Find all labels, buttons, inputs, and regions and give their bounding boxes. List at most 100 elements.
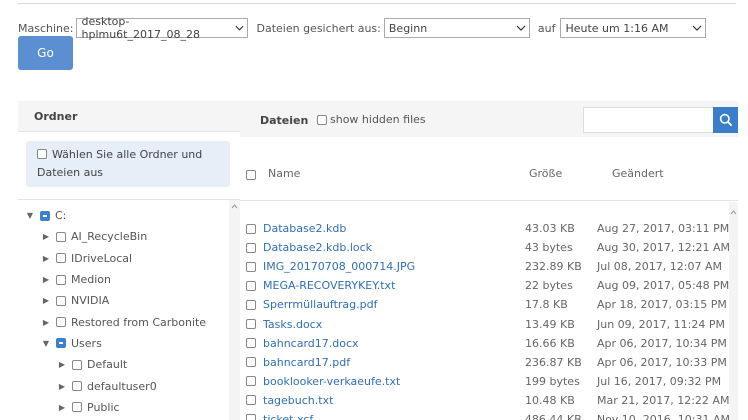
file-modified: Aug 09, 2017, 05:48 PM: [597, 279, 730, 293]
folder-tree-item[interactable]: ▶ Default: [18, 354, 231, 375]
file-name-link[interactable]: Database2.kdb: [263, 222, 525, 235]
show-hidden-files-checkbox[interactable]: [317, 114, 327, 125]
file-name-link[interactable]: IMG_20170708_000714.JPG: [263, 260, 525, 273]
folder-tree-scrollbar[interactable]: [229, 200, 240, 420]
file-row[interactable]: bahncard17.pdf 236.87 KB Apr 06, 2017, 10:…: [240, 353, 730, 372]
file-size: 236.87 KB: [525, 355, 582, 369]
file-checkbox[interactable]: [246, 299, 256, 310]
file-name-link[interactable]: MEGA-RECOVERYKEY.txt: [263, 279, 525, 292]
file-checkbox[interactable]: [246, 414, 256, 420]
file-checkbox[interactable]: [246, 376, 256, 387]
filter-row: Maschine: desktop-hplmu6t_2017_08_28 Dat…: [18, 15, 707, 41]
expanded-arrow-icon[interactable]: ▼: [40, 339, 52, 348]
file-checkbox[interactable]: [246, 223, 256, 234]
folder-tree-item[interactable]: ▶ Restored from Carbonite: [18, 311, 231, 332]
collapsed-arrow-icon[interactable]: ▶: [40, 232, 52, 241]
folder-label: Public: [87, 400, 120, 414]
folders-panel: Ordner Wählen Sie alle Ordner und Dateie…: [18, 101, 240, 420]
file-modified: Apr 06, 2017, 10:34 PM: [597, 336, 727, 350]
select-all-checkbox[interactable]: [37, 149, 47, 159]
file-checkbox[interactable]: [246, 261, 256, 272]
file-search-input[interactable]: [583, 107, 714, 133]
file-row[interactable]: ticket.xcf 486.44 KB Nov 10, 2016, 10:31 A…: [240, 410, 730, 420]
file-name-link[interactable]: bahncard17.pdf: [263, 356, 525, 369]
go-button[interactable]: Go: [18, 36, 73, 70]
file-name-link[interactable]: Database2.kdb.lock: [263, 241, 525, 254]
chevron-down-icon: [693, 25, 702, 31]
file-row[interactable]: MEGA-RECOVERYKEY.txt 22 bytes Aug 09, 2017…: [240, 276, 730, 295]
file-name-link[interactable]: tagebuch.txt: [263, 394, 525, 407]
file-row[interactable]: Tasks.docx 13.49 KB Jun 09, 2017, 11:24 PM: [240, 314, 730, 333]
file-name-link[interactable]: booklooker-verkaeufe.txt: [263, 375, 525, 388]
folder-checkbox[interactable]: [56, 231, 66, 242]
collapsed-arrow-icon[interactable]: ▶: [40, 296, 52, 305]
show-hidden-files-option[interactable]: show hidden files: [317, 113, 426, 126]
file-row[interactable]: booklooker-verkaeufe.txt 199 bytes Jul 16,…: [240, 372, 730, 391]
file-checkbox[interactable]: [246, 395, 256, 406]
column-modified[interactable]: Geändert: [612, 167, 664, 180]
file-checkbox[interactable]: [246, 357, 256, 368]
collapsed-arrow-icon[interactable]: ▶: [56, 382, 68, 391]
file-name-link[interactable]: ticket.xcf: [263, 413, 525, 420]
machine-select[interactable]: desktop-hplmu6t_2017_08_28: [76, 15, 249, 41]
folder-checkbox[interactable]: [56, 253, 66, 264]
file-row[interactable]: Database2.kdb.lock 43 bytes Aug 30, 2017, …: [240, 238, 730, 257]
file-row[interactable]: tagebuch.txt 10.48 KB Mar 21, 2017, 12:22 …: [240, 391, 730, 410]
folder-label: AI_RecycleBin: [71, 230, 148, 244]
folder-tree-item[interactable]: ▶ Public: [18, 397, 231, 418]
files-panel-header: Dateien show hidden files: [240, 101, 738, 137]
file-size: 10.48 KB: [525, 393, 575, 407]
to-select[interactable]: Heute um 1:16 AM: [560, 18, 707, 38]
file-size: 22 bytes: [525, 279, 573, 293]
folder-tree-item[interactable]: ▼ Users: [18, 333, 231, 354]
file-row[interactable]: bahncard17.docx 16.66 KB Apr 06, 2017, 10:…: [240, 334, 730, 353]
file-checkbox[interactable]: [246, 319, 256, 330]
folder-label: NVIDIA: [71, 294, 110, 308]
collapsed-arrow-icon[interactable]: ▶: [56, 360, 68, 369]
file-size: 43 bytes: [524, 241, 573, 255]
folder-tree-item[interactable]: ▶ AI_RecycleBin: [18, 226, 231, 247]
file-checkbox[interactable]: [246, 338, 256, 349]
collapsed-arrow-icon[interactable]: ▶: [40, 254, 52, 263]
file-checkbox[interactable]: [246, 280, 256, 291]
file-list-scrollbar[interactable]: [729, 202, 738, 420]
chevron-down-icon: [235, 25, 244, 31]
file-modified: Nov 10, 2016, 10:31 AM: [596, 412, 730, 420]
collapsed-arrow-icon[interactable]: ▶: [40, 275, 52, 284]
folder-tree-item[interactable]: ▶ defaultuser0: [18, 375, 231, 396]
search-button[interactable]: [713, 107, 738, 133]
folder-tree-item[interactable]: ▼ C:: [18, 205, 231, 226]
file-size: 232.89 KB: [525, 260, 582, 274]
folder-checkbox[interactable]: [56, 338, 66, 349]
folder-checkbox[interactable]: [72, 359, 82, 370]
collapsed-arrow-icon[interactable]: ▶: [56, 403, 68, 412]
file-name-link[interactable]: Tasks.docx: [263, 318, 525, 331]
file-size: 17.8 KB: [525, 298, 568, 312]
folder-checkbox[interactable]: [72, 402, 82, 413]
column-size[interactable]: Größe: [529, 167, 562, 180]
column-name[interactable]: Name: [268, 167, 300, 180]
folder-label: Medion: [71, 273, 111, 287]
file-name-link[interactable]: bahncard17.docx: [263, 337, 525, 350]
folder-tree-item[interactable]: ▶ Medion: [18, 269, 231, 290]
file-name-link[interactable]: Sperrmüllauftrag.pdf: [263, 298, 525, 311]
file-row[interactable]: Database2.kdb 43.03 KB Aug 27, 2017, 03:11…: [240, 219, 730, 238]
folder-checkbox[interactable]: [56, 317, 66, 328]
select-all-files-checkbox[interactable]: [246, 170, 256, 180]
folder-tree-item[interactable]: ▶ NVIDIA: [18, 290, 231, 311]
folder-checkbox[interactable]: [72, 381, 82, 392]
files-panel: Dateien show hidden files Name Größe Geä…: [240, 101, 738, 420]
select-all-option[interactable]: Wählen Sie alle Ordner und Dateien aus: [26, 141, 230, 187]
expanded-arrow-icon[interactable]: ▼: [24, 211, 36, 220]
folder-checkbox[interactable]: [40, 210, 50, 221]
file-checkbox[interactable]: [246, 242, 256, 253]
file-row[interactable]: IMG_20170708_000714.JPG 232.89 KB Jul 08, …: [240, 257, 730, 276]
chevron-down-icon: [516, 25, 526, 31]
folder-checkbox[interactable]: [56, 295, 66, 306]
folder-tree-item[interactable]: ▶ IDriveLocal: [18, 248, 231, 269]
folder-checkbox[interactable]: [56, 274, 66, 285]
file-modified: Apr 06, 2017, 10:33 PM: [597, 355, 727, 369]
collapsed-arrow-icon[interactable]: ▶: [40, 318, 52, 327]
from-select[interactable]: Beginn: [383, 18, 530, 38]
file-row[interactable]: Sperrmüllauftrag.pdf 17.8 KB Apr 18, 2017,…: [240, 295, 730, 314]
